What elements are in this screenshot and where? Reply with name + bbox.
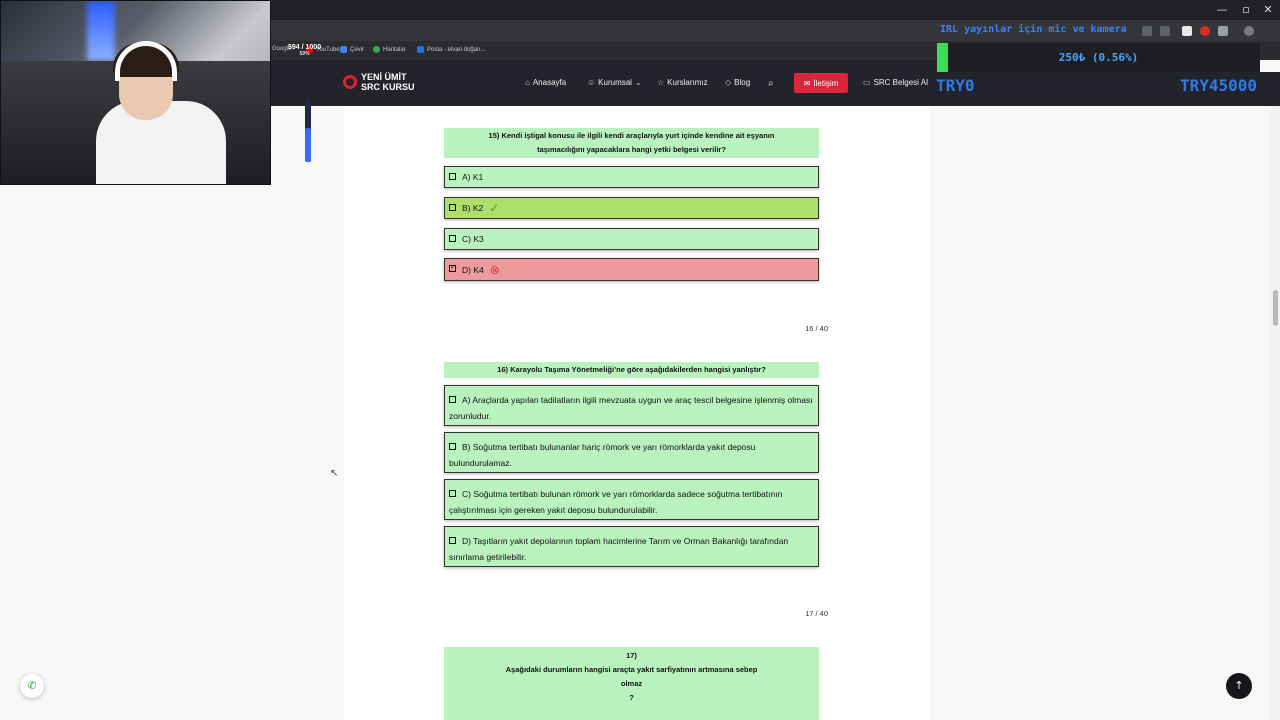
home-icon: ⌂ xyxy=(525,78,530,87)
question-17-text-2: olmaz xyxy=(620,679,643,688)
maximize-button[interactable]: ▫ xyxy=(1236,3,1256,16)
page-counter: 17 / 40 xyxy=(805,609,828,618)
scrollbar-track[interactable] xyxy=(1271,106,1280,720)
nav-corporate[interactable]: ☺ Kurumsal ⌄ xyxy=(587,78,642,87)
site-logo[interactable]: YENİ ÜMİT SRC KURSU xyxy=(343,72,415,92)
bookmark-maps[interactable]: Haritalar xyxy=(373,46,406,53)
checkbox-icon xyxy=(449,537,456,545)
close-button[interactable]: ✕ xyxy=(1258,3,1278,16)
book-icon: ▭ xyxy=(863,78,871,87)
chevron-down-icon: ⌄ xyxy=(634,78,642,87)
nav-src-ai[interactable]: ▭ SRC Belgesi AI xyxy=(863,78,928,87)
question-17-number: 17) xyxy=(626,651,637,660)
mouse-cursor-icon: ↖ xyxy=(330,468,339,479)
q15-option-d[interactable]: D) K4⊗ xyxy=(444,258,819,281)
user-icon: ☺ xyxy=(587,78,596,87)
bookmark-mail[interactable]: Posta - elvan doğan... xyxy=(417,46,485,53)
question-15-title: 15) Kendi iştigal konusu ile ilgili kend… xyxy=(444,128,819,158)
question-17-mark: ? xyxy=(629,693,634,702)
arrow-up-icon[interactable]: ↑ xyxy=(1226,673,1252,699)
donation-goal-bar: 250₺ (0.56%) xyxy=(937,43,1260,72)
scrollbar-thumb[interactable] xyxy=(1273,290,1278,326)
checkbox-icon xyxy=(449,172,456,180)
q16-option-c[interactable]: C) Soğutma tertibatı bulunan römork ve y… xyxy=(444,479,819,520)
checked-checkbox-icon xyxy=(449,263,456,272)
logo-mark-icon xyxy=(343,75,357,89)
mail-icon xyxy=(417,46,424,53)
whatsapp-icon[interactable]: ✆ xyxy=(20,674,44,698)
question-17-title: 17) Aşağıdaki durumların hangisi araçta … xyxy=(444,647,819,720)
webcam-overlay xyxy=(0,0,271,185)
wrong-x-icon: ⊗ xyxy=(489,262,500,277)
q16-option-a[interactable]: A) Araçlarda yapılan tadilatların ilgili… xyxy=(444,385,819,426)
nav-courses[interactable]: ☆ Kurslarımız xyxy=(657,78,708,87)
tag-icon: ◇ xyxy=(725,78,732,87)
logo-line1: YENİ ÜMİT xyxy=(361,72,407,82)
maps-icon xyxy=(373,46,380,53)
stream-ticker: IRL yayınlar için mic ve kamera xyxy=(940,24,1127,35)
correct-check-icon: ✓ xyxy=(489,201,500,215)
q16-option-b[interactable]: B) Soğutma tertibatı bulunanlar hariç rö… xyxy=(444,432,819,473)
stream-counter: 594 / 1000 59% xyxy=(288,44,322,57)
q16-option-d[interactable]: D) Taşıtların yakıt depolarının toplam h… xyxy=(444,526,819,567)
q15-option-b[interactable]: B) K2 ✓ xyxy=(444,197,819,219)
question-17-text: Aşağıdaki durumların hangisi araçta yakı… xyxy=(505,665,758,674)
checkbox-icon xyxy=(449,203,456,211)
search-icon[interactable]: ⌕ xyxy=(768,78,774,89)
mail-icon: ✉ xyxy=(803,78,811,88)
minimize-button[interactable]: — xyxy=(1212,3,1232,16)
question-16-title: 16) Karayolu Taşıma Yönetmeliği’ne göre … xyxy=(444,362,819,378)
bookmark-translate[interactable]: Çevir xyxy=(340,46,364,53)
goal-start-label: TRY0 xyxy=(936,76,975,95)
nav-home[interactable]: ⌂ Anasayfa xyxy=(525,78,566,87)
checkbox-icon xyxy=(449,234,456,242)
volume-meter xyxy=(305,100,311,162)
q15-option-c[interactable]: C) K3 xyxy=(444,228,819,250)
contact-button[interactable]: ✉ İletişim xyxy=(794,73,848,93)
nav-blog[interactable]: ◇ Blog xyxy=(725,78,750,87)
site-header: YENİ ÜMİT SRC KURSU ⌂ Anasayfa ☺ Kurumsal ⌄… xyxy=(271,60,937,106)
page-counter: 16 / 40 xyxy=(805,324,828,333)
checkbox-icon xyxy=(449,490,456,498)
translate-icon xyxy=(340,46,347,53)
checkbox-icon xyxy=(449,443,456,451)
donation-goal-text: 250₺ (0.56%) xyxy=(1058,51,1139,64)
checkbox-icon xyxy=(449,396,456,404)
q15-option-a[interactable]: A) K1 xyxy=(444,166,819,188)
star-icon: ☆ xyxy=(657,78,665,87)
logo-line2: SRC KURSU xyxy=(361,82,415,92)
goal-end-label: TRY45000 xyxy=(1180,76,1258,95)
